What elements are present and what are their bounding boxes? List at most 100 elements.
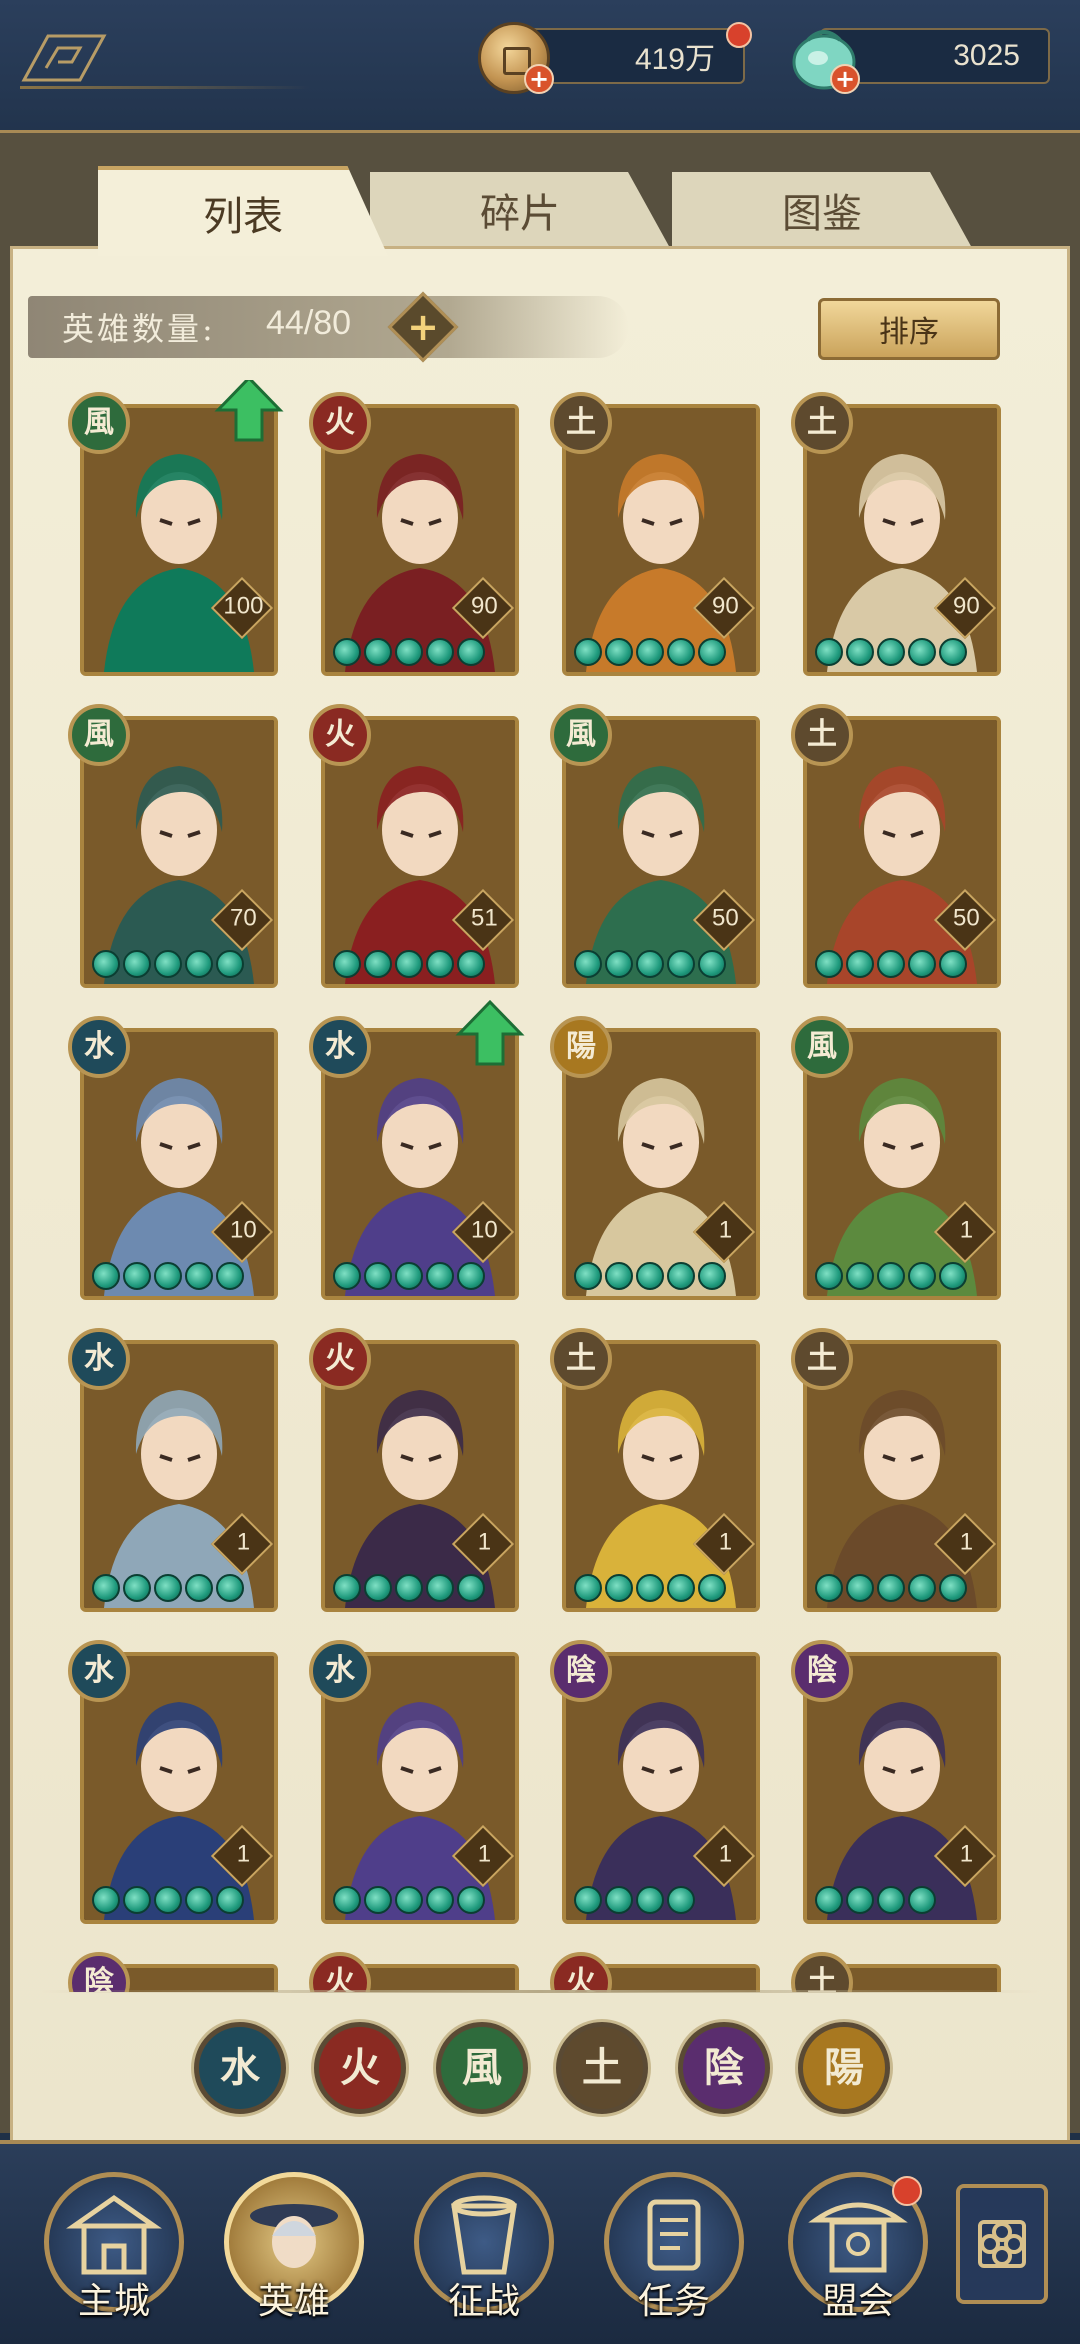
sort-button[interactable]: 排序 — [818, 298, 1000, 360]
hero-star-row — [333, 638, 485, 666]
jade-star-icon — [216, 950, 244, 978]
jade-star-icon — [877, 638, 905, 666]
hero-star-row — [574, 1574, 726, 1602]
jade-star-icon — [846, 1574, 874, 1602]
add-coins-icon[interactable]: + — [524, 64, 554, 94]
hero-star-row — [815, 1886, 936, 1914]
more-menu-button[interactable] — [956, 2184, 1048, 2304]
nav-item-hero-portrait[interactable]: 英雄 — [224, 2172, 364, 2322]
jade-star-icon — [815, 950, 843, 978]
guild-pavilion-icon — [808, 2202, 908, 2273]
jade-star-icon — [185, 1262, 213, 1290]
jade-amount: 3025 — [953, 39, 1020, 72]
hero-level: 90 — [953, 592, 980, 620]
hero-element-badge: 土 — [550, 392, 612, 454]
hero-star-row — [574, 1886, 695, 1914]
hero-level: 1 — [477, 1528, 492, 1556]
hero-level: 1 — [959, 1840, 974, 1868]
hero-star-row — [815, 638, 967, 666]
filter-earth-button[interactable]: 土 — [556, 2022, 648, 2114]
hero-element-badge: 水 — [309, 1016, 371, 1078]
add-jade-icon[interactable]: + — [830, 64, 860, 94]
jade-star-icon — [395, 950, 423, 978]
hero-level: 1 — [477, 1840, 492, 1868]
hero-star-row — [574, 950, 726, 978]
jade-star-icon — [877, 1886, 905, 1914]
tab-fragments-label: 碎片 — [480, 191, 560, 237]
jade-star-icon — [92, 1262, 120, 1290]
jade-star-icon — [364, 1886, 392, 1914]
filter-yin-button[interactable]: 陰 — [678, 2022, 770, 2114]
jade-star-icon — [815, 638, 843, 666]
jade-star-icon — [92, 1574, 120, 1602]
hero-star-row — [92, 1574, 244, 1602]
jade-star-icon — [457, 1262, 485, 1290]
coin-amount: 419万 — [634, 43, 715, 76]
jade-star-icon — [698, 638, 726, 666]
menu-icon[interactable] — [18, 30, 108, 86]
hero-star-row — [92, 1262, 244, 1290]
hero-portrait-icon — [250, 2204, 338, 2268]
jade-star-icon — [574, 1574, 602, 1602]
hero-star-row — [92, 1886, 244, 1914]
nav-item-city-gate[interactable]: 主城 — [44, 2172, 184, 2322]
hero-level: 50 — [712, 904, 739, 932]
jade-star-icon — [636, 950, 664, 978]
hero-element-badge: 水 — [309, 1640, 371, 1702]
jade-star-icon — [364, 1574, 392, 1602]
jade-star-icon — [877, 1262, 905, 1290]
jade-star-icon — [426, 1886, 454, 1914]
jade-star-icon — [123, 950, 151, 978]
hero-level: 1 — [718, 1840, 733, 1868]
filter-fire-button[interactable]: 火 — [314, 2022, 406, 2114]
jade-star-icon — [815, 1262, 843, 1290]
tab-fragments[interactable]: 碎片 — [370, 172, 670, 248]
jade-star-icon — [574, 1886, 602, 1914]
jade-star-icon — [636, 1886, 664, 1914]
hero-element-badge: 土 — [791, 1328, 853, 1390]
jade-star-icon — [364, 1262, 392, 1290]
hero-level: 10 — [230, 1216, 257, 1244]
jade-star-icon — [457, 1886, 485, 1914]
filter-water-button[interactable]: 水 — [194, 2022, 286, 2114]
jade-star-icon — [333, 1886, 361, 1914]
jade-star-icon — [185, 950, 213, 978]
hero-element-badge: 火 — [309, 704, 371, 766]
nav-item-task-scroll[interactable]: 任务 — [604, 2172, 744, 2322]
hero-star-row — [333, 1886, 485, 1914]
jade-star-icon — [939, 950, 967, 978]
jade-star-icon — [333, 1262, 361, 1290]
jade-star-icon — [395, 1886, 423, 1914]
jade-star-icon — [636, 1262, 664, 1290]
hero-element-badge: 火 — [309, 1952, 371, 1992]
jade-star-icon — [908, 1886, 936, 1914]
jade-star-icon — [698, 1574, 726, 1602]
jade-star-icon — [185, 1574, 213, 1602]
jade-star-icon — [216, 1886, 244, 1914]
hero-level: 10 — [471, 1216, 498, 1244]
jade-star-icon — [667, 638, 695, 666]
tab-list[interactable]: 列表 — [98, 166, 388, 256]
jade-star-icon — [123, 1574, 151, 1602]
jade-star-icon — [395, 1574, 423, 1602]
filter-yang-button[interactable]: 陽 — [798, 2022, 890, 2114]
hero-element-badge: 風 — [68, 392, 130, 454]
filter-wind-button[interactable]: 風 — [436, 2022, 528, 2114]
jade-star-icon — [667, 1886, 695, 1914]
nav-item-battle-drum[interactable]: 征战 — [414, 2172, 554, 2322]
jade-star-icon — [908, 1262, 936, 1290]
hero-level: 70 — [230, 904, 257, 932]
hero-count-label: 英雄数量: — [62, 310, 216, 348]
hero-element-badge: 土 — [791, 392, 853, 454]
hero-element-badge: 火 — [550, 1952, 612, 1992]
jade-star-icon — [154, 950, 182, 978]
jade-star-icon — [605, 1886, 633, 1914]
jade-star-icon — [908, 1574, 936, 1602]
jade-star-icon — [815, 1574, 843, 1602]
tab-codex[interactable]: 图鉴 — [672, 172, 972, 248]
hero-element-badge: 水 — [68, 1016, 130, 1078]
hero-level: 100 — [223, 592, 264, 620]
jade-star-icon — [364, 950, 392, 978]
jade-star-icon — [395, 638, 423, 666]
jade-star-icon — [877, 950, 905, 978]
